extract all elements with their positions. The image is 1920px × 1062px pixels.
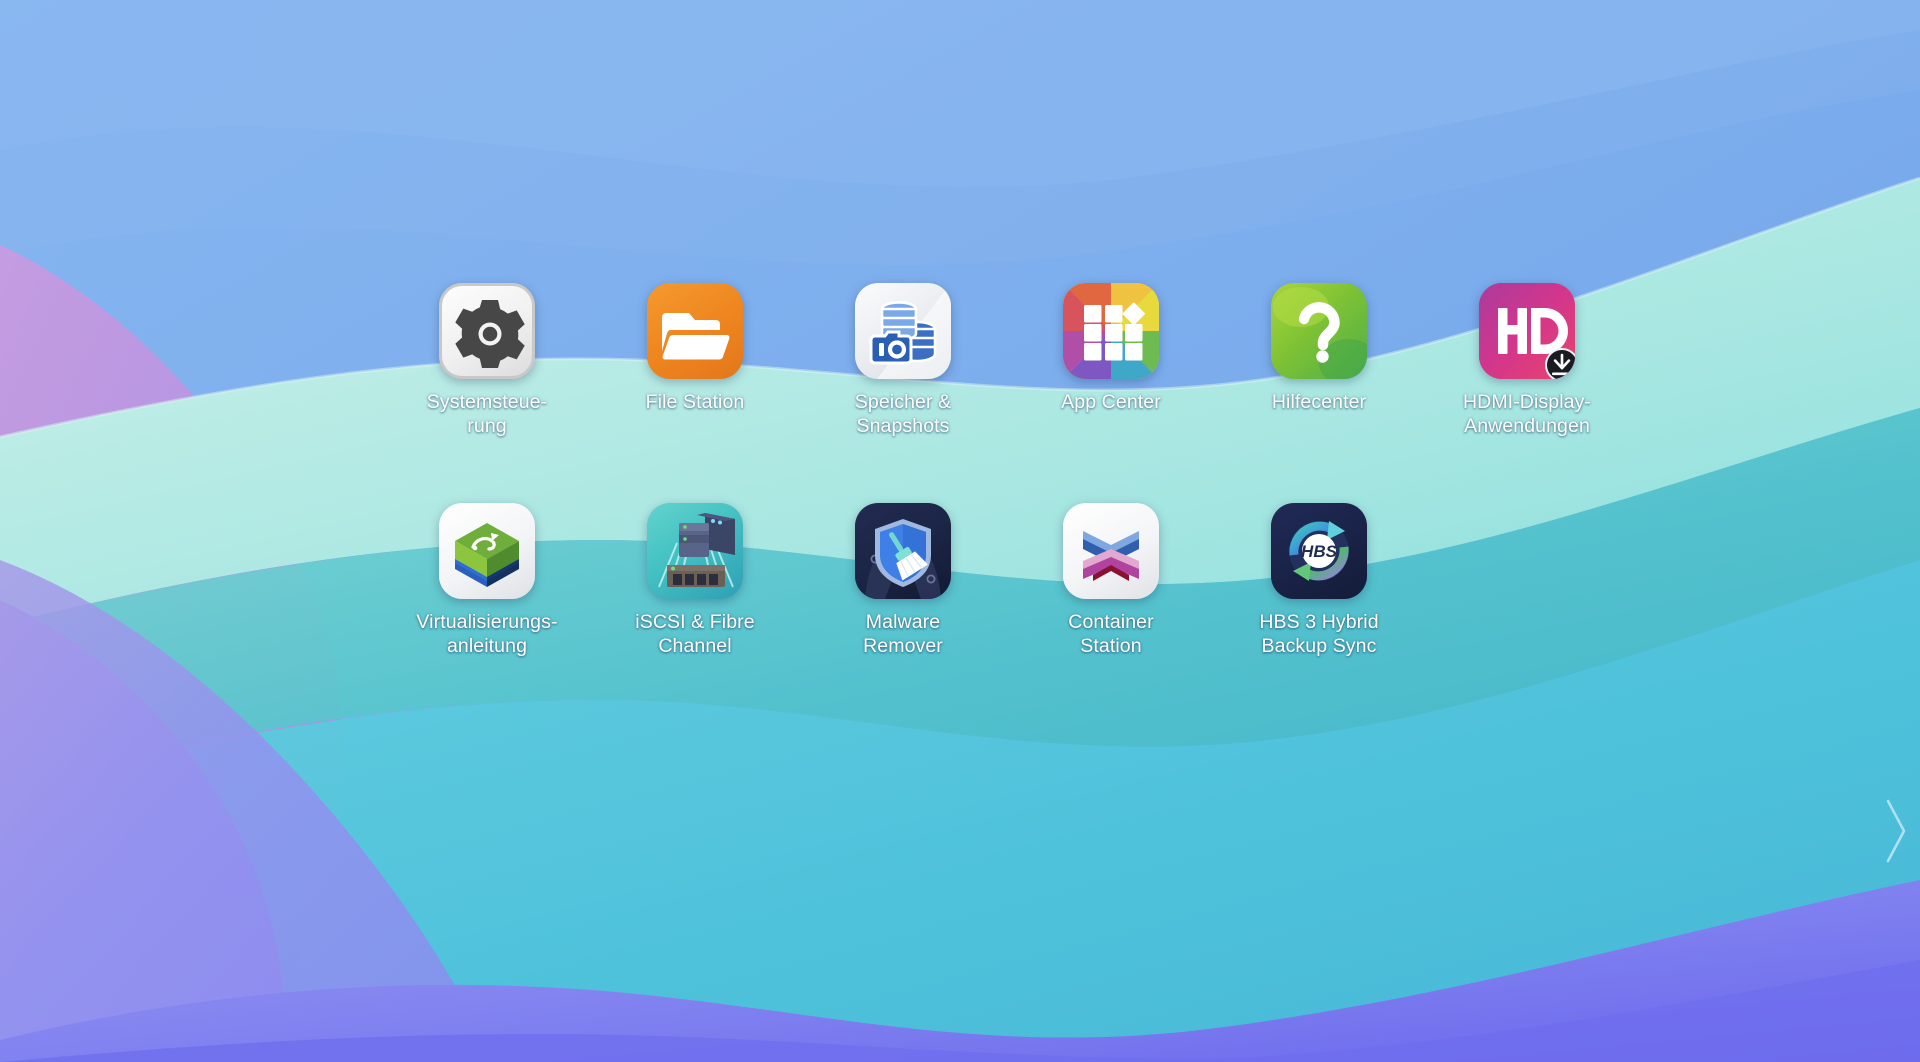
app-grid-icon bbox=[1063, 283, 1159, 379]
question-mark-icon bbox=[1271, 283, 1367, 379]
desktop-icon-label: iSCSI & Fibre Channel bbox=[635, 611, 755, 657]
isometric-cube-icon bbox=[439, 503, 535, 599]
icon-tile-wrap bbox=[1271, 283, 1367, 379]
desktop-icon-label: Malware Remover bbox=[863, 611, 943, 657]
icon-tile-wrap bbox=[647, 283, 743, 379]
desktop-icon-malware-remover[interactable]: Malware Remover bbox=[799, 503, 1007, 723]
icon-tile-wrap bbox=[855, 283, 951, 379]
desktop-icon-label: Speicher & Snapshots bbox=[854, 391, 952, 437]
desktop-icon-grid: Systemsteue- rung File Station Speicher … bbox=[383, 283, 1591, 723]
desktop-icon-hbs-3-hybrid-backup-sync[interactable]: HBS HBS 3 Hybrid Backup Sync bbox=[1215, 503, 1423, 723]
icon-tile-wrap: HBS bbox=[1271, 503, 1367, 599]
desktop-icon-virtualisierungsanleitung[interactable]: Virtualisierungs- anleitung bbox=[383, 503, 591, 723]
desktop-root: Systemsteue- rung File Station Speicher … bbox=[0, 0, 1920, 1062]
icon-tile-wrap bbox=[647, 503, 743, 599]
icon-tile-wrap bbox=[1063, 503, 1159, 599]
desktop-icon-hdmi-display-anwendungen[interactable]: HDMI-Display- Anwendungen bbox=[1423, 283, 1631, 503]
icon-tile-wrap bbox=[439, 503, 535, 599]
disk-stack-snapshot-icon bbox=[855, 283, 951, 379]
desktop-icon-label: Systemsteue- rung bbox=[426, 391, 548, 437]
icon-tile-wrap bbox=[1063, 283, 1159, 379]
gear-icon bbox=[439, 283, 535, 379]
desktop-icon-systemsteuerung[interactable]: Systemsteue- rung bbox=[383, 283, 591, 503]
desktop-icon-label: Virtualisierungs- anleitung bbox=[416, 611, 558, 657]
icon-tile-wrap bbox=[439, 283, 535, 379]
download-badge bbox=[1545, 348, 1575, 379]
chevron-layers-icon bbox=[1063, 503, 1159, 599]
desktop-icon-label: Hilfecenter bbox=[1271, 391, 1367, 413]
desktop-icon-speicher-snapshots[interactable]: Speicher & Snapshots bbox=[799, 283, 1007, 503]
desktop-icon-app-center[interactable]: App Center bbox=[1007, 283, 1215, 503]
icon-tile-wrap bbox=[1479, 283, 1575, 379]
desktop-icon-hilfecenter[interactable]: Hilfecenter bbox=[1215, 283, 1423, 503]
desktop-icon-file-station[interactable]: File Station bbox=[591, 283, 799, 503]
sync-arrows-icon: HBS bbox=[1271, 503, 1367, 599]
desktop-icon-label: File Station bbox=[645, 391, 745, 413]
desktop-icon-label: App Center bbox=[1061, 391, 1161, 413]
icon-tile-wrap bbox=[855, 503, 951, 599]
shield-broom-icon bbox=[855, 503, 951, 599]
desktop-icon-label: Container Station bbox=[1068, 611, 1154, 657]
server-rack-icon bbox=[647, 503, 743, 599]
desktop-icon-label: HDMI-Display- Anwendungen bbox=[1462, 391, 1592, 437]
hd-letters-icon bbox=[1479, 283, 1575, 379]
chevron-right-icon[interactable] bbox=[1884, 795, 1910, 867]
desktop-icon-container-station[interactable]: Container Station bbox=[1007, 503, 1215, 723]
open-folder-icon bbox=[647, 283, 743, 379]
desktop-icon-label: HBS 3 Hybrid Backup Sync bbox=[1259, 611, 1379, 657]
desktop-icon-iscsi-fibre-channel[interactable]: iSCSI & Fibre Channel bbox=[591, 503, 799, 723]
hbs-wordmark: HBS bbox=[1301, 542, 1338, 561]
